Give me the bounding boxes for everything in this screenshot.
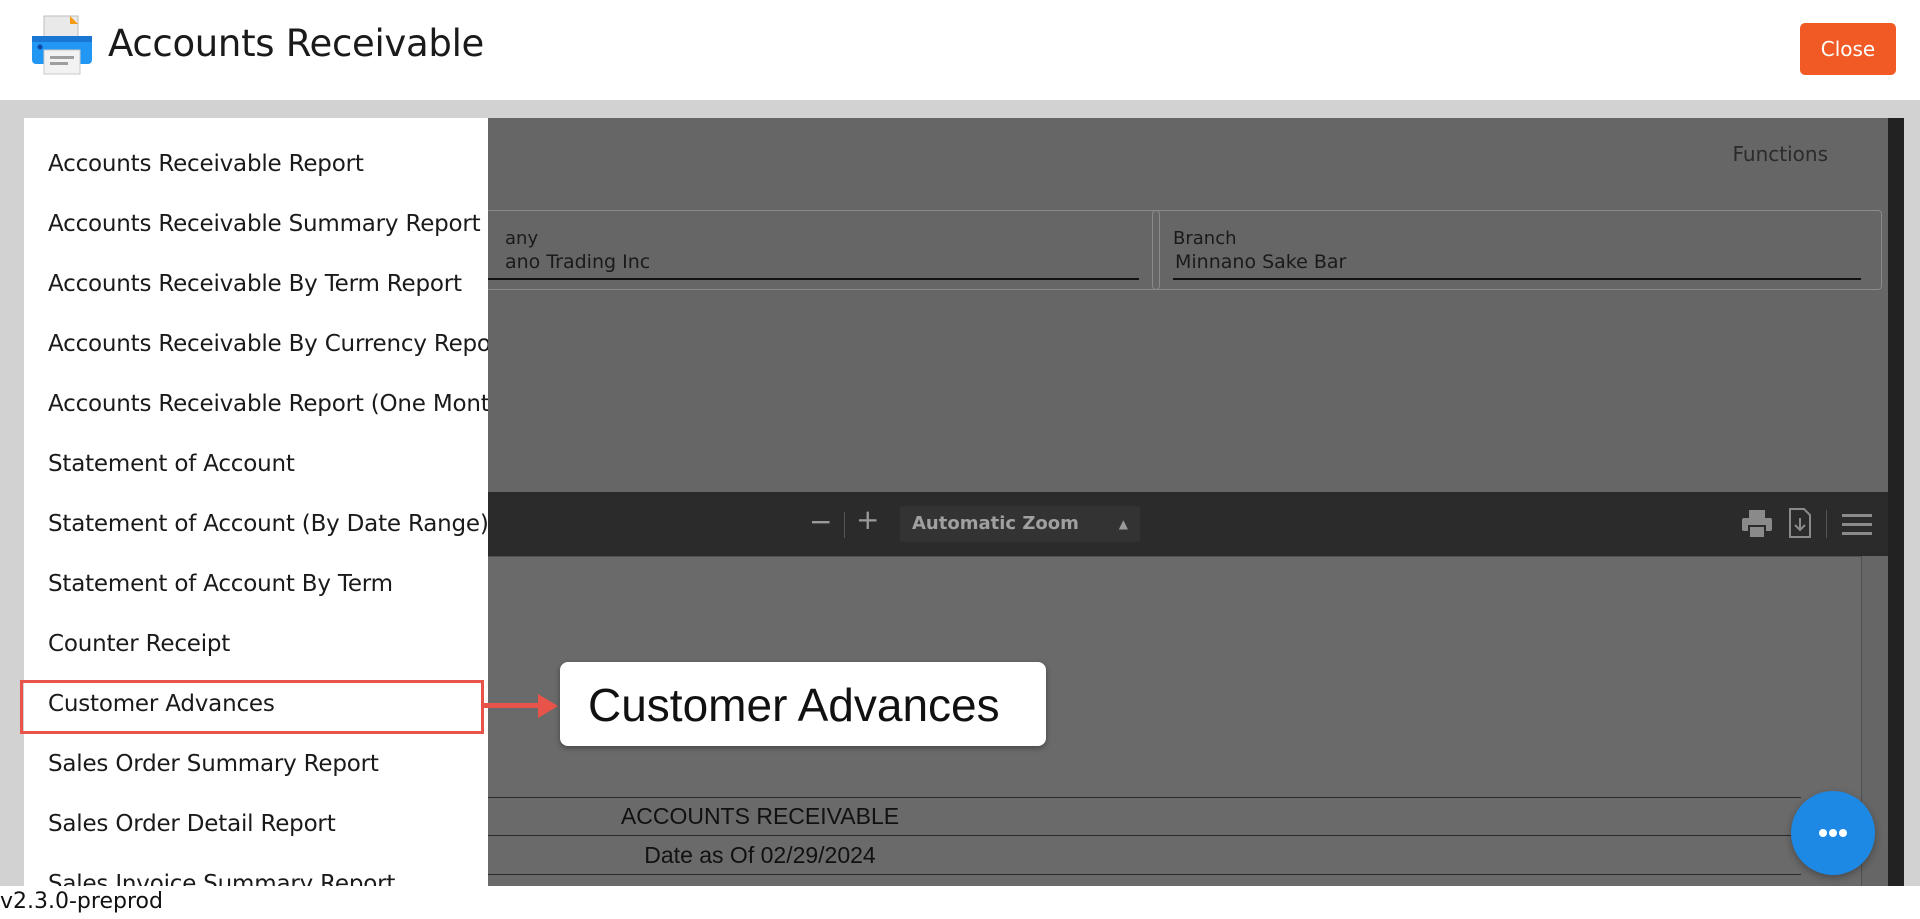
callout-label: Customer Advances bbox=[560, 662, 1046, 746]
menu-item-ar-by-term-report[interactable]: Accounts Receivable By Term Report bbox=[48, 271, 462, 297]
more-dots-icon bbox=[1819, 829, 1827, 837]
select-arrows-icon: ▲ bbox=[1118, 517, 1128, 531]
callout-arrow bbox=[484, 703, 542, 708]
menu-item-ar-report[interactable]: Accounts Receivable Report bbox=[48, 151, 364, 177]
report-menu: Accounts Receivable Report Accounts Rece… bbox=[24, 118, 488, 886]
menu-item-sales-order-detail[interactable]: Sales Order Detail Report bbox=[48, 811, 336, 837]
callout-arrow-head bbox=[538, 694, 558, 718]
print-icon[interactable] bbox=[1742, 510, 1772, 538]
branch-field-label: Branch bbox=[1173, 228, 1237, 249]
zoom-out-button[interactable]: − bbox=[809, 505, 832, 538]
branch-field-value: Minnano Sake Bar bbox=[1175, 251, 1347, 273]
panel-scrollbar[interactable] bbox=[1888, 118, 1904, 886]
functions-button[interactable]: Functions bbox=[1733, 142, 1829, 166]
menu-item-sales-order-summary[interactable]: Sales Order Summary Report bbox=[48, 751, 379, 777]
callout-text: Customer Advances bbox=[588, 679, 1000, 731]
more-actions-button[interactable] bbox=[1791, 791, 1875, 875]
branch-field[interactable]: Branch Minnano Sake Bar bbox=[1152, 210, 1882, 290]
menu-item-ar-report-one-month[interactable]: Accounts Receivable Report (One Month) bbox=[48, 391, 488, 417]
download-icon[interactable] bbox=[1788, 508, 1812, 538]
company-field-label: any bbox=[505, 228, 539, 249]
company-field-value: ano Trading Inc bbox=[505, 251, 651, 273]
menu-item-statement-by-date-range[interactable]: Statement of Account (By Date Range) bbox=[48, 511, 488, 537]
more-dots-icon bbox=[1839, 829, 1847, 837]
menu-item-statement-by-term[interactable]: Statement of Account By Term bbox=[48, 571, 393, 597]
menu-item-sales-invoice-summary[interactable]: Sales Invoice Summary Report bbox=[48, 871, 395, 886]
zoom-select[interactable]: Automatic Zoom ▲ bbox=[900, 506, 1140, 542]
menu-item-ar-summary-report[interactable]: Accounts Receivable Summary Report bbox=[48, 211, 481, 237]
branch-field-underline bbox=[1173, 278, 1861, 280]
menu-item-counter-receipt[interactable]: Counter Receipt bbox=[48, 631, 230, 657]
close-button[interactable]: Close bbox=[1800, 23, 1896, 75]
app-header: Accounts Receivable Close bbox=[0, 0, 1920, 100]
menu-item-ar-by-currency-report[interactable]: Accounts Receivable By Currency Report bbox=[48, 331, 488, 357]
printer-icon bbox=[32, 15, 92, 75]
toolbar-divider bbox=[844, 512, 845, 538]
zoom-select-value: Automatic Zoom bbox=[912, 513, 1079, 534]
toolbar-divider bbox=[1826, 510, 1827, 538]
page-title: Accounts Receivable bbox=[108, 22, 485, 65]
menu-item-statement-of-account[interactable]: Statement of Account bbox=[48, 451, 295, 477]
app-footer: v2.3.0-preprod bbox=[0, 886, 1920, 919]
version-label: v2.3.0-preprod bbox=[0, 889, 163, 914]
menu-icon[interactable] bbox=[1842, 514, 1872, 536]
zoom-in-button[interactable]: + bbox=[856, 503, 879, 536]
highlight-box bbox=[20, 680, 484, 734]
more-dots-icon bbox=[1829, 829, 1837, 837]
